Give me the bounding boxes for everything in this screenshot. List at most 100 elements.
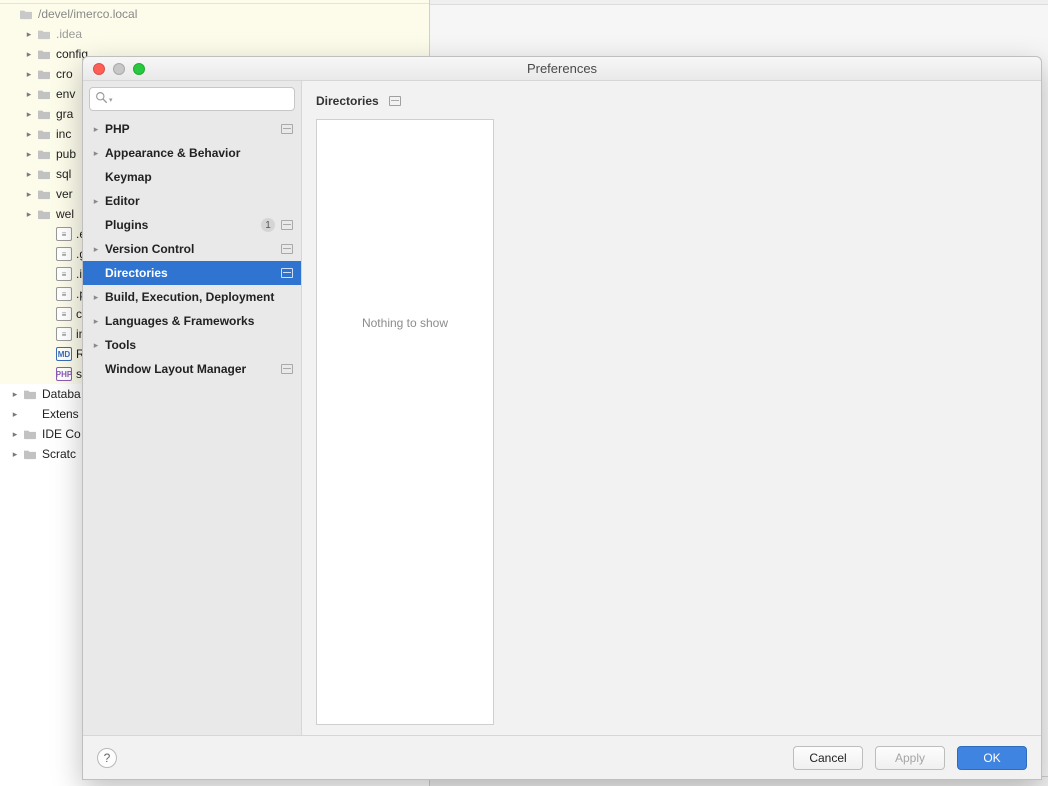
file-icon: ≡ xyxy=(56,287,72,301)
tree-item-label: sql xyxy=(56,167,71,181)
disclosure-arrow-icon[interactable]: ▸ xyxy=(22,69,36,80)
update-count-badge: 1 xyxy=(261,218,275,232)
tree-item-label: Scratc xyxy=(42,447,76,461)
dialog-footer: ? Cancel Apply OK xyxy=(83,735,1041,779)
preferences-dialog: Preferences ▾ ▸PHP▸Appearance & Behavior… xyxy=(82,56,1042,780)
file-icon: ≡ xyxy=(56,267,72,281)
disclosure-arrow-icon[interactable]: ▸ xyxy=(22,89,36,100)
disclosure-arrow-icon[interactable]: ▸ xyxy=(8,449,22,460)
disclosure-arrow-icon[interactable]: ▸ xyxy=(8,409,22,420)
disclosure-arrow-icon[interactable]: ▸ xyxy=(22,49,36,60)
project-scope-icon xyxy=(281,244,293,254)
disclosure-arrow-icon[interactable]: ▸ xyxy=(22,129,36,140)
folder-icon xyxy=(22,427,38,441)
ok-button[interactable]: OK xyxy=(957,746,1027,770)
settings-nav-list: ▸PHP▸Appearance & Behavior▸Keymap▸Editor… xyxy=(83,117,301,735)
disclosure-arrow-icon[interactable]: ▸ xyxy=(22,209,36,220)
search-icon xyxy=(95,91,108,107)
settings-nav-label: Editor xyxy=(103,194,293,208)
settings-nav-item[interactable]: ▸Editor xyxy=(83,189,301,213)
folder-icon xyxy=(36,167,52,181)
project-scope-icon xyxy=(281,364,293,374)
tree-item-label: pub xyxy=(56,147,76,161)
folder-icon xyxy=(22,387,38,401)
settings-nav-item[interactable]: ▸Window Layout Manager xyxy=(83,357,301,381)
chevron-right-icon: ▸ xyxy=(89,124,103,135)
disclosure-arrow-icon[interactable]: ▸ xyxy=(22,189,36,200)
folder-icon xyxy=(22,447,38,461)
window-controls xyxy=(83,63,145,75)
settings-search-input[interactable] xyxy=(89,87,295,111)
minimize-window-button[interactable] xyxy=(113,63,125,75)
file-icon: ≡ xyxy=(56,247,72,261)
settings-nav-item[interactable]: ▸Tools xyxy=(83,333,301,357)
settings-nav-item[interactable]: ▸Directories xyxy=(83,261,301,285)
chevron-right-icon: ▸ xyxy=(89,340,103,351)
settings-nav-label: PHP xyxy=(103,122,281,136)
settings-nav-label: Directories xyxy=(103,266,281,280)
chevron-right-icon: ▸ xyxy=(89,316,103,327)
empty-state-text: Nothing to show xyxy=(362,316,448,330)
search-history-dropdown-icon[interactable]: ▾ xyxy=(109,96,113,104)
settings-nav-label: Keymap xyxy=(103,170,293,184)
project-scope-icon xyxy=(281,268,293,278)
tree-item-label: Extens xyxy=(42,407,79,421)
tree-item-label: Databa xyxy=(42,387,81,401)
folder-icon xyxy=(36,207,52,221)
file-icon: ≡ xyxy=(56,227,72,241)
tree-item-label: inc xyxy=(56,127,71,141)
project-scope-icon xyxy=(281,124,293,134)
directories-panel: Nothing to show xyxy=(316,119,494,725)
settings-nav-label: Build, Execution, Deployment xyxy=(103,290,293,304)
chevron-right-icon: ▸ xyxy=(89,244,103,255)
tree-item-label: wel xyxy=(56,207,74,221)
settings-nav-item[interactable]: ▸Languages & Frameworks xyxy=(83,309,301,333)
chevron-right-icon: ▸ xyxy=(89,196,103,207)
settings-nav-label: Languages & Frameworks xyxy=(103,314,293,328)
zoom-window-button[interactable] xyxy=(133,63,145,75)
file-icon: ≡ xyxy=(56,307,72,321)
help-button[interactable]: ? xyxy=(97,748,117,768)
tree-item-label: cro xyxy=(56,67,73,81)
cancel-button[interactable]: Cancel xyxy=(793,746,863,770)
tree-item[interactable]: ▸ .idea xyxy=(0,24,429,44)
settings-nav-item[interactable]: ▸Build, Execution, Deployment xyxy=(83,285,301,309)
tree-item-label: env xyxy=(56,87,75,101)
disclosure-arrow-icon[interactable]: ▸ xyxy=(8,429,22,440)
tree-item-label: IDE Co xyxy=(42,427,81,441)
folder-icon xyxy=(36,187,52,201)
settings-nav-label: Appearance & Behavior xyxy=(103,146,293,160)
dialog-titlebar[interactable]: Preferences xyxy=(83,57,1041,81)
markdown-file-icon: MD xyxy=(56,347,72,361)
disclosure-arrow-icon[interactable]: ▸ xyxy=(22,149,36,160)
settings-nav-item[interactable]: ▸PHP xyxy=(83,117,301,141)
disclosure-arrow-icon[interactable]: ▸ xyxy=(8,389,22,400)
disclosure-arrow-icon[interactable]: ▸ xyxy=(22,109,36,120)
tree-item-label: .idea xyxy=(56,27,82,41)
settings-nav-item[interactable]: ▸Keymap xyxy=(83,165,301,189)
settings-nav-item[interactable]: ▸Version Control xyxy=(83,237,301,261)
folder-icon xyxy=(36,27,52,41)
folder-icon xyxy=(18,7,34,21)
breadcrumb-label: Directories xyxy=(316,94,379,108)
settings-nav-item[interactable]: ▸Appearance & Behavior xyxy=(83,141,301,165)
disclosure-arrow-icon[interactable]: ▸ xyxy=(22,169,36,180)
blank-icon xyxy=(22,407,38,421)
apply-button[interactable]: Apply xyxy=(875,746,945,770)
folder-icon xyxy=(36,47,52,61)
settings-nav-item[interactable]: ▸Plugins1 xyxy=(83,213,301,237)
folder-icon xyxy=(36,147,52,161)
chevron-right-icon: ▸ xyxy=(89,148,103,159)
dialog-title: Preferences xyxy=(83,61,1041,76)
close-window-button[interactable] xyxy=(93,63,105,75)
disclosure-arrow-icon[interactable]: ▸ xyxy=(22,29,36,40)
folder-icon xyxy=(36,87,52,101)
tree-item-label: ver xyxy=(56,187,73,201)
file-icon: ≡ xyxy=(56,327,72,341)
project-scope-icon xyxy=(281,220,293,230)
folder-icon xyxy=(36,67,52,81)
tree-root[interactable]: ▸/devel/imerco.local xyxy=(0,4,429,24)
project-scope-icon xyxy=(389,96,401,106)
settings-breadcrumb: Directories xyxy=(316,91,1027,111)
settings-nav-label: Plugins xyxy=(103,218,261,232)
